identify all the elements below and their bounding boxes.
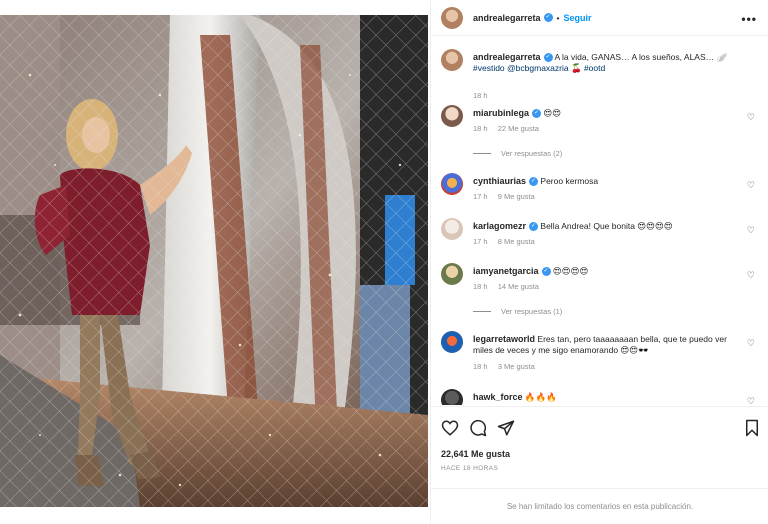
comment-likes[interactable]: 8 Me gusta	[498, 237, 535, 246]
comment-likes[interactable]: 22 Me gusta	[498, 124, 539, 133]
comment-avatar[interactable]	[441, 105, 463, 127]
comment-content: 😍😍😍😍	[552, 266, 589, 276]
replies-line	[473, 311, 491, 312]
comment-heart-icon[interactable]: ♡	[747, 270, 755, 281]
likes-count[interactable]: 22,641 Me gusta	[441, 449, 510, 459]
comment-meta: 17 h 9 Me gusta	[473, 192, 543, 201]
comment-content: 😍😍	[543, 108, 562, 118]
comment-time: 18 h	[473, 282, 488, 291]
comment-heart-icon[interactable]: ♡	[747, 112, 755, 123]
replies-label[interactable]: Ver respuestas (1)	[501, 307, 562, 316]
verified-icon: ✓	[543, 13, 553, 22]
comment-text: legarretaworld Eres tan, pero taaaaaaaan…	[473, 334, 735, 356]
post-header: andrealegarreta ✓ • Seguir •••	[431, 0, 768, 36]
comment-avatar[interactable]	[441, 173, 463, 195]
comment-avatar[interactable]	[441, 331, 463, 353]
send-icon[interactable]	[497, 419, 515, 437]
author-username[interactable]: andrealegarreta	[473, 13, 541, 23]
comment-avatar[interactable]	[441, 218, 463, 240]
comment-username[interactable]: iamyanetgarcia	[473, 266, 539, 276]
caption-text: andrealegarreta ✓ A la vida, GANAS… A los…	[473, 52, 735, 74]
comment-likes[interactable]: 9 Me gusta	[498, 192, 535, 201]
more-options-icon[interactable]: •••	[741, 12, 757, 26]
comment-likes[interactable]: 14 Me gusta	[498, 282, 539, 291]
comment-meta: 18 h 3 Me gusta	[473, 362, 543, 371]
comment-content: Bella Andrea! Que bonita 😍😍😍😍	[540, 221, 673, 231]
caption-time: 18 h	[473, 91, 488, 100]
comment-time: 18 h	[473, 362, 488, 371]
verified-icon: ✓	[529, 222, 539, 232]
comment-heart-icon[interactable]: ♡	[747, 396, 755, 405]
comment-time: 17 h	[473, 237, 488, 246]
comment-avatar[interactable]	[441, 263, 463, 285]
comment-text: cynthiaurias ✓ Peroo kermosa	[473, 176, 735, 187]
verified-icon: ✓	[532, 109, 542, 119]
verified-icon: ✓	[543, 53, 553, 63]
caption-meta: 18 h	[473, 91, 496, 100]
comment-likes[interactable]: 3 Me gusta	[498, 362, 535, 371]
bookmark-icon[interactable]	[743, 419, 761, 437]
caption-username[interactable]: andrealegarreta	[473, 52, 541, 62]
comment-time: 17 h	[473, 192, 488, 201]
post-photo[interactable]	[0, 15, 428, 507]
separator-dot: •	[556, 12, 560, 23]
top-strip	[0, 0, 428, 15]
post-time: HACE 18 HORAS	[441, 465, 499, 472]
bottom-strip	[0, 507, 428, 524]
comments-list[interactable]: andrealegarreta ✓ A la vida, GANAS… A los…	[431, 37, 768, 405]
post-panel: andrealegarreta ✓ • Seguir ••• andrealeg…	[430, 0, 768, 524]
replies-line	[473, 153, 491, 154]
comment-meta: 18 h 14 Me gusta	[473, 282, 547, 291]
comment-heart-icon[interactable]: ♡	[747, 180, 755, 191]
comment-username[interactable]: karlagomezr	[473, 221, 526, 231]
comment-heart-icon[interactable]: ♡	[747, 225, 755, 236]
comment-text: miarubinlega ✓ 😍😍	[473, 108, 735, 119]
replies-label[interactable]: Ver respuestas (2)	[501, 149, 562, 158]
caption-emoji: 🍒	[570, 63, 582, 73]
comment-username[interactable]: miarubinlega	[473, 108, 529, 118]
hashtag-link[interactable]: #ootd	[584, 63, 605, 73]
caption-line: A la vida, GANAS… A los sueños, ALAS… 🪽	[554, 52, 728, 62]
comment-icon[interactable]	[469, 419, 487, 437]
view-replies-button[interactable]: Ver respuestas (2)	[473, 149, 562, 158]
verified-icon: ✓	[529, 177, 539, 187]
comment-text: karlagomezr ✓ Bella Andrea! Que bonita 😍😍…	[473, 221, 735, 232]
comment-heart-icon[interactable]: ♡	[747, 338, 755, 349]
hashtag-link[interactable]: #vestido	[473, 63, 505, 73]
comment-meta: 18 h 22 Me gusta	[473, 124, 547, 133]
mention-link[interactable]: @bcbgmaxazria	[507, 63, 569, 73]
verified-icon: ✓	[541, 267, 551, 277]
heart-icon[interactable]	[441, 419, 459, 437]
caption-avatar[interactable]	[441, 49, 463, 71]
comment-username[interactable]: cynthiaurias	[473, 176, 526, 186]
comment-meta: 17 h 8 Me gusta	[473, 237, 543, 246]
comment-username[interactable]: hawk_force	[473, 392, 523, 402]
comment-content: 🔥🔥🔥	[524, 392, 557, 402]
comment-time: 18 h	[473, 124, 488, 133]
follow-button[interactable]: Seguir	[564, 13, 592, 23]
view-replies-button[interactable]: Ver respuestas (1)	[473, 307, 562, 316]
author-avatar[interactable]	[441, 6, 463, 29]
comment-content: Peroo kermosa	[540, 176, 599, 186]
comment-avatar[interactable]	[441, 389, 463, 405]
comment-username[interactable]: legarretaworld	[473, 334, 535, 344]
comment-text: hawk_force 🔥🔥🔥	[473, 392, 735, 403]
comments-limited-notice: Se han limitado los comentarios en esta …	[431, 488, 768, 524]
post-actions: 22,641 Me gusta HACE 18 HORAS	[431, 406, 768, 486]
comment-text: iamyanetgarcia ✓ 😍😍😍😍	[473, 266, 735, 277]
